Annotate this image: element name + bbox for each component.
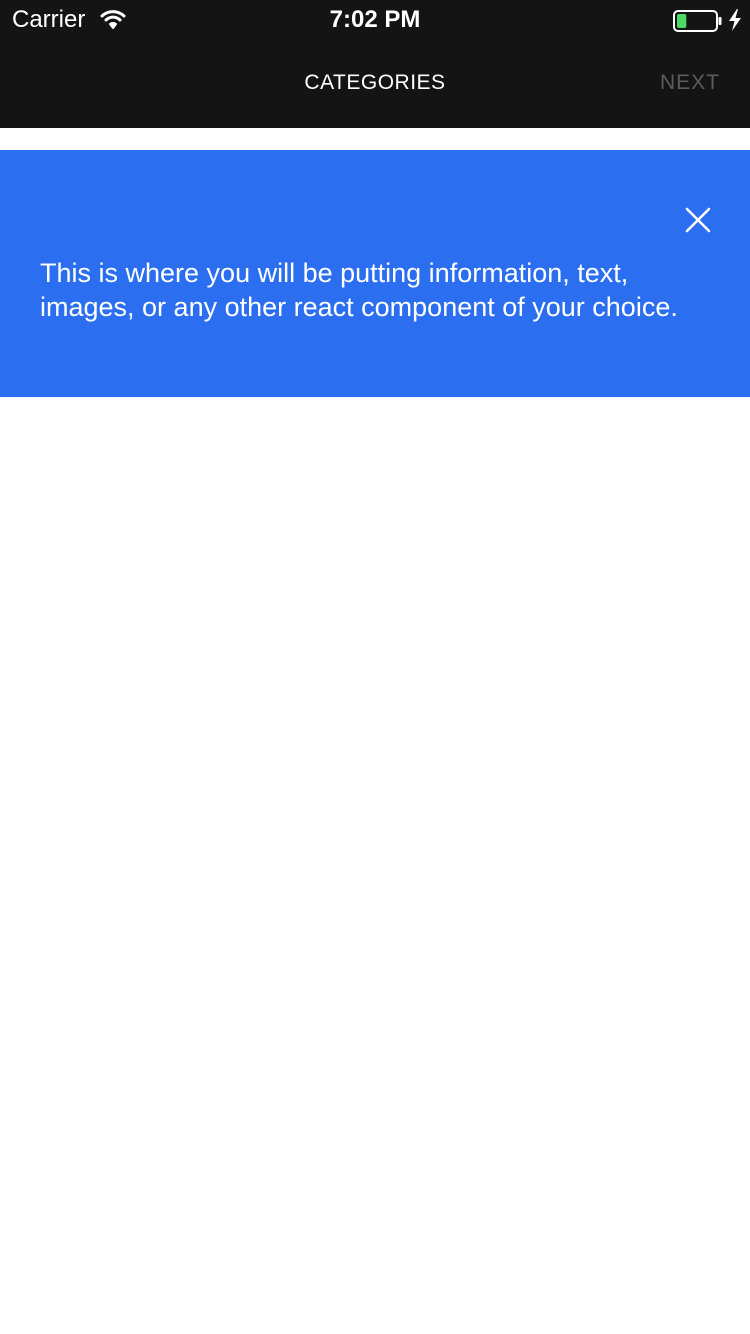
banner-message: This is where you will be putting inform…: [40, 258, 678, 322]
page-title: CATEGORIES: [304, 71, 446, 94]
next-button[interactable]: NEXT: [660, 68, 720, 98]
status-time: 7:02 PM: [329, 6, 421, 33]
battery-icon: [673, 10, 722, 32]
navigation-bar: CATEGORIES NEXT: [0, 40, 750, 128]
close-icon[interactable]: [682, 204, 714, 236]
status-bar: Carrier 7:02 PM: [0, 0, 750, 40]
app-screen: Carrier 7:02 PM CATEGORIES NEXT This is …: [0, 0, 750, 1334]
charging-bolt-icon: [729, 9, 741, 31]
